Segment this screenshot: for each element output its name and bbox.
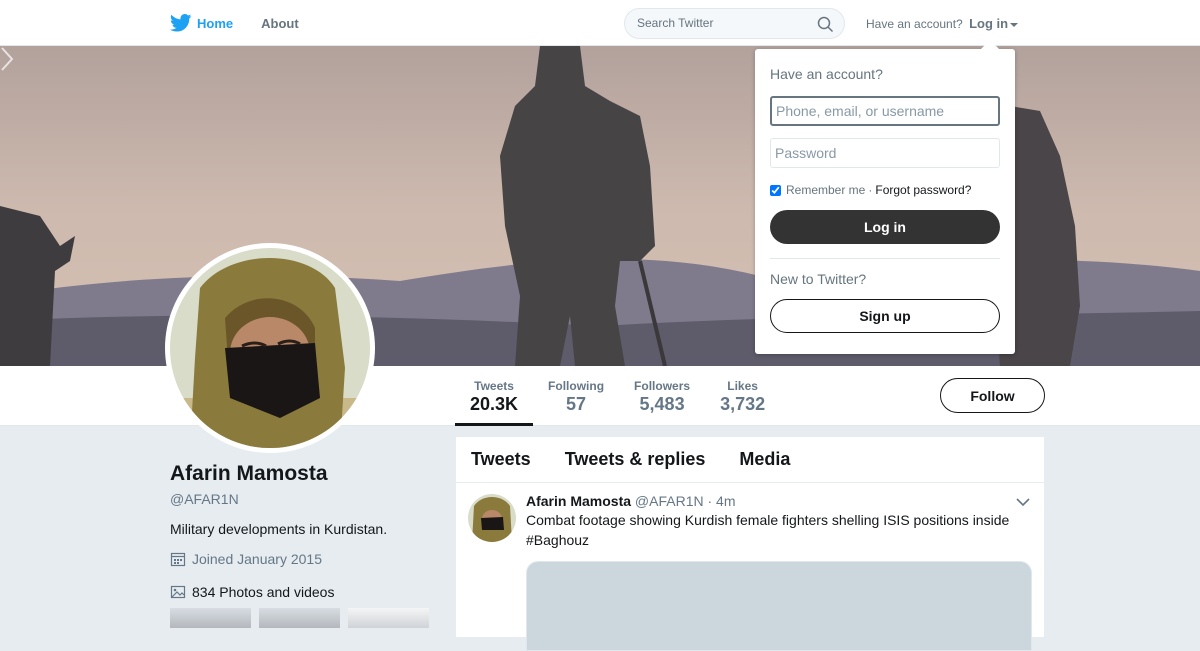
login-dropdown-title: Have an account?	[770, 66, 883, 82]
stat-value: 57	[566, 394, 587, 414]
avatar-illustration	[170, 248, 370, 448]
profile-stats: Tweets 20.3K Following 57 Followers 5,48…	[455, 366, 780, 426]
remember-me-label[interactable]: Remember me	[786, 183, 865, 197]
tweet-header: Afarin Mamosta @AFAR1N · 4m	[526, 493, 1032, 509]
stat-label: Following	[548, 379, 605, 393]
login-button[interactable]: Log in	[770, 210, 1000, 244]
photos-text: 834 Photos and videos	[192, 584, 335, 600]
follow-button[interactable]: Follow	[940, 378, 1045, 413]
caret-down-icon	[1010, 22, 1019, 27]
tab-media[interactable]: Media	[739, 449, 790, 470]
timeline-tabs: Tweets Tweets & replies Media	[456, 437, 1044, 483]
timeline: Tweets Tweets & replies Media Afarin Mam…	[456, 437, 1044, 651]
username-field[interactable]	[770, 96, 1000, 126]
login-nav: Have an account? Log in	[866, 16, 1019, 31]
stat-label: Tweets	[474, 379, 514, 393]
profile-joined: Joined January 2015	[170, 551, 440, 567]
stat-value: 3,732	[720, 394, 766, 414]
photo-thumbnail[interactable]	[170, 608, 251, 628]
tweet-author-handle[interactable]: @AFAR1N	[635, 493, 704, 509]
chevron-down-icon[interactable]	[1016, 497, 1030, 507]
forgot-password-link[interactable]: Forgot password?	[875, 183, 971, 197]
calendar-icon	[170, 552, 186, 567]
tweet-avatar-illustration	[468, 494, 516, 542]
password-field[interactable]	[770, 138, 1000, 168]
stat-following[interactable]: Following 57	[533, 366, 619, 426]
stat-value: 5,483	[639, 394, 685, 414]
remember-me-checkbox[interactable]	[770, 184, 781, 196]
chevron-right-icon[interactable]	[0, 46, 14, 72]
profile-sidebar: Afarin Mamosta @AFAR1N Military developm…	[170, 462, 440, 628]
photo-thumbnail[interactable]	[259, 608, 340, 628]
signup-button[interactable]: Sign up	[770, 299, 1000, 333]
tweet[interactable]: Afarin Mamosta @AFAR1N · 4m Combat foota…	[456, 483, 1044, 651]
nav-about-link[interactable]: About	[261, 0, 299, 46]
stat-tweets[interactable]: Tweets 20.3K	[455, 366, 534, 426]
login-dropdown-toggle[interactable]: Log in	[969, 16, 1019, 31]
photo-thumbnail[interactable]	[348, 608, 429, 628]
tweet-avatar[interactable]	[468, 494, 516, 542]
image-icon	[170, 585, 186, 599]
profile-handle[interactable]: @AFAR1N	[170, 491, 440, 507]
photos-and-videos-link[interactable]: 834 Photos and videos	[170, 584, 440, 600]
top-navigation-bar: Home About Have an account? Log in	[0, 0, 1200, 46]
search-input[interactable]	[637, 16, 807, 30]
tweet-author-name[interactable]: Afarin Mamosta	[526, 493, 631, 509]
search-icon[interactable]	[817, 16, 834, 33]
remember-row: Remember me · Forgot password?	[770, 183, 1000, 197]
profile-bio: Military developments in Kurdistan.	[170, 521, 388, 537]
stat-likes[interactable]: Likes 3,732	[705, 366, 780, 426]
have-account-text: Have an account?	[866, 17, 963, 31]
joined-text: Joined January 2015	[192, 551, 322, 567]
primary-nav: Home About	[170, 0, 327, 46]
nav-home-link[interactable]: Home	[170, 0, 233, 46]
tab-tweets-and-replies[interactable]: Tweets & replies	[565, 449, 706, 470]
stat-value: 20.3K	[470, 394, 519, 414]
twitter-bird-icon	[170, 14, 192, 32]
tab-tweets[interactable]: Tweets	[471, 449, 531, 470]
divider	[770, 258, 1000, 259]
tweet-timestamp[interactable]: · 4m	[708, 493, 736, 509]
separator-dot: ·	[868, 183, 873, 197]
profile-avatar[interactable]	[165, 243, 375, 453]
nav-home-label: Home	[197, 15, 234, 31]
profile-name[interactable]: Afarin Mamosta	[170, 462, 440, 486]
stat-label: Followers	[634, 379, 691, 393]
new-to-twitter-text: New to Twitter?	[770, 271, 867, 287]
photo-thumbnails	[170, 608, 440, 628]
login-link-label: Log in	[969, 16, 1009, 31]
tweet-text: Combat footage showing Kurdish female fi…	[526, 512, 1010, 548]
search-box[interactable]	[624, 8, 845, 39]
login-dropdown: Have an account? Remember me · Forgot pa…	[755, 40, 1015, 354]
tweet-media-preview[interactable]	[526, 561, 1032, 651]
stat-label: Likes	[727, 379, 758, 393]
stat-followers[interactable]: Followers 5,483	[619, 366, 705, 426]
